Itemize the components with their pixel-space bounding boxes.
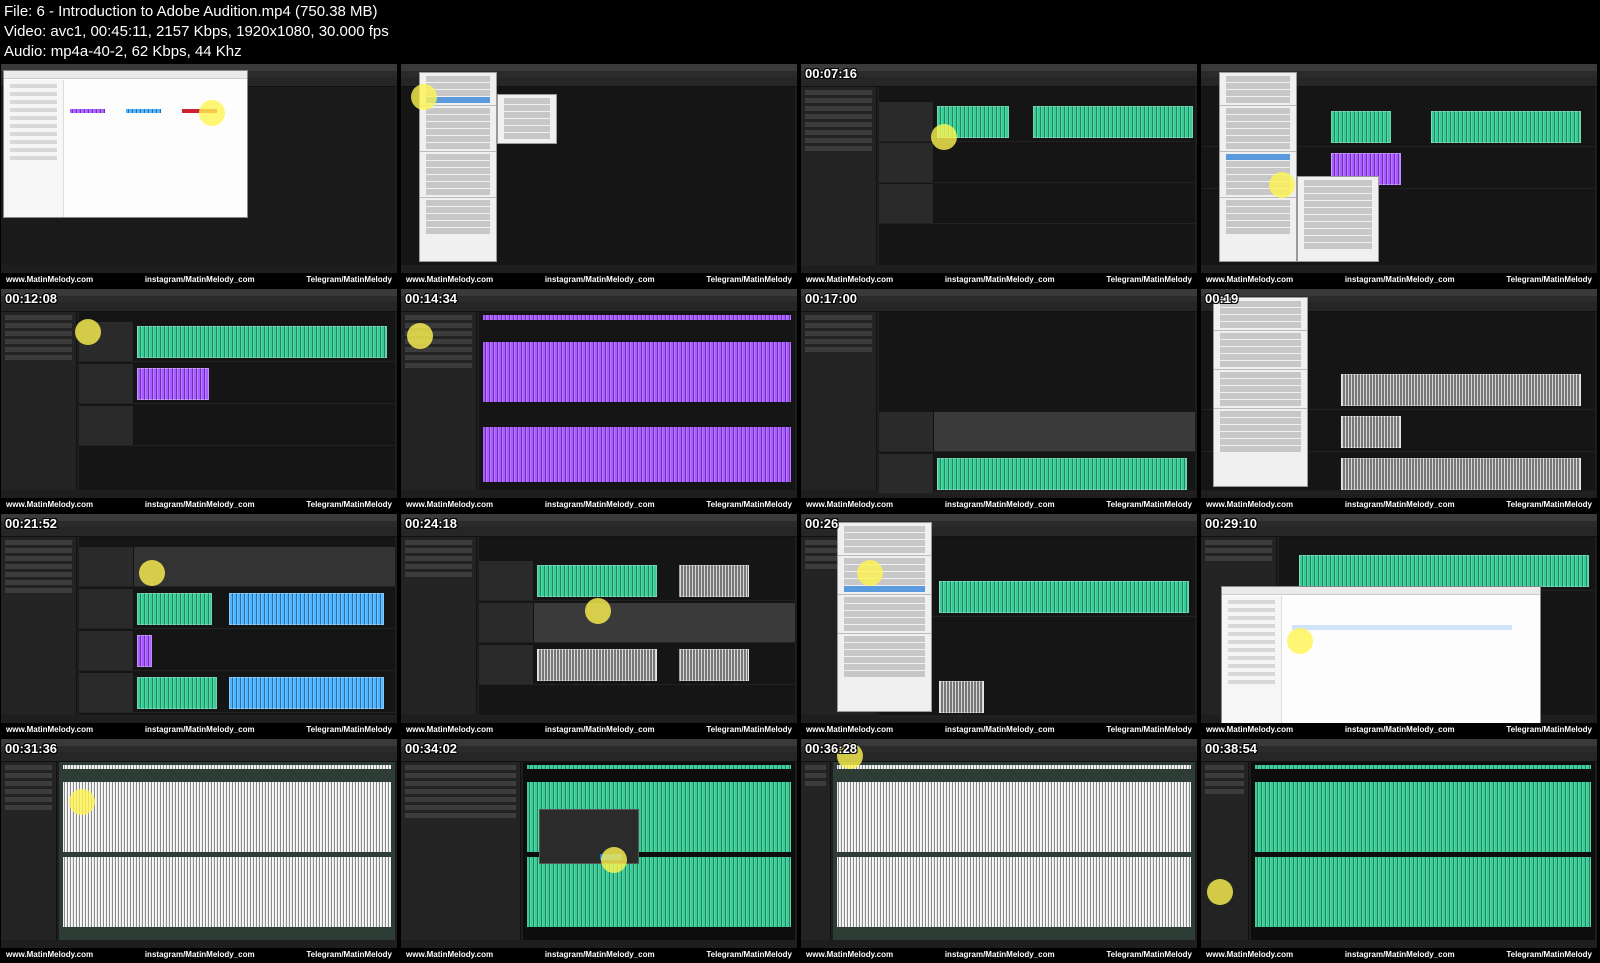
video-info: Video: avc1, 00:45:11, 2157 Kbps, 1920x1…	[4, 23, 389, 40]
timestamp: 00:07:16	[805, 66, 858, 81]
submenu[interactable]	[497, 94, 557, 144]
file-open-dialog[interactable]	[3, 70, 248, 218]
audio-info: Audio: mp4a-40-2, 62 Kbps, 44 Khz	[4, 43, 242, 60]
video-info-header: File: 6 - Introduction to Adobe Audition…	[0, 0, 1600, 62]
frame-6[interactable]: 00:14:34 www.MatinMelody.com instagram/Ma…	[400, 288, 798, 511]
thumbnail-grid: www.MatinMelody.com instagram/MatinMelody…	[0, 63, 1600, 963]
cursor-highlight	[199, 100, 225, 126]
frame-9[interactable]: 00:21:52 www.MatinMelody.com instagram/Ma…	[0, 513, 398, 736]
frame-16[interactable]: 00:38:54 www.MatinMelody.com instagram/Ma…	[1200, 738, 1598, 961]
frame-11[interactable]: 00:26 www.MatinMelody.com instagram/Matin…	[800, 513, 1198, 736]
frame-4[interactable]: www.MatinMelody.com instagram/MatinMelody…	[1200, 63, 1598, 286]
frame-7[interactable]: 00:17:00 www.MatinMelody.com instagram/Ma…	[800, 288, 1198, 511]
clip-menu[interactable]	[837, 522, 932, 712]
frame-2[interactable]: www.MatinMelody.com instagram/MatinMelody…	[400, 63, 798, 286]
frame-12[interactable]: 00:29:10 www.MatinMelody.com instagram/Ma…	[1200, 513, 1598, 736]
frame-5[interactable]: 00:12:08 www.MatinMelody.com instagram/Ma…	[0, 288, 398, 511]
file-info: File: 6 - Introduction to Adobe Audition…	[4, 3, 378, 20]
frame-3[interactable]: 00:07:16 www.MatinMelody.com instagram/Ma…	[800, 63, 1198, 286]
frame-14[interactable]: 00:34:02 www.MatinMelody.com instagram/Ma…	[400, 738, 798, 961]
explorer-dialog[interactable]	[1221, 586, 1541, 726]
frame-13[interactable]: 00:31:36 www.MatinMelody.com instagram/Ma…	[0, 738, 398, 961]
select-menu[interactable]	[1219, 72, 1297, 262]
clip-menu[interactable]	[1213, 297, 1308, 487]
watermark-bar: www.MatinMelody.com instagram/MatinMelody…	[1, 273, 397, 285]
frame-8[interactable]: 00:19 www.MatinMelody.com instagram/Matin…	[1200, 288, 1598, 511]
submenu[interactable]	[1297, 176, 1379, 262]
frame-15[interactable]: 00:36:28 www.MatinMelody.com instagram/Ma…	[800, 738, 1198, 961]
frame-10[interactable]: 00:24:18 www.MatinMelody.com instagram/Ma…	[400, 513, 798, 736]
cursor-highlight	[411, 84, 437, 110]
frame-1[interactable]: www.MatinMelody.com instagram/MatinMelody…	[0, 63, 398, 286]
